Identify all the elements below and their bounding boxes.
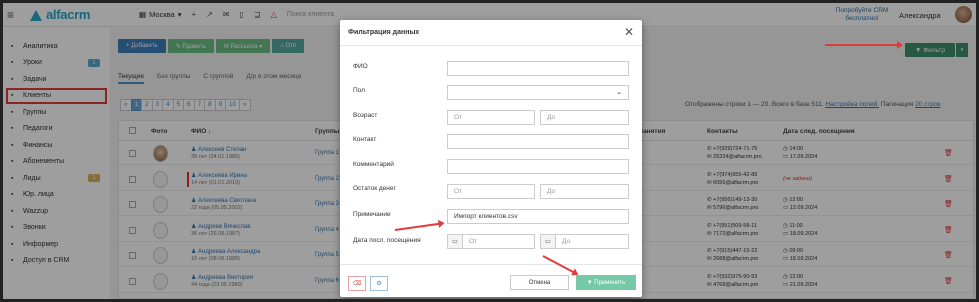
cancel-button[interactable]: Отмена xyxy=(510,275,569,290)
note-input[interactable]: Импорт клиентов.csv xyxy=(447,209,629,224)
balance-from-input[interactable]: От xyxy=(447,184,535,199)
apply-button[interactable]: ▼ Применить xyxy=(576,275,636,290)
contact-input[interactable] xyxy=(447,134,629,149)
calendar-icon[interactable]: ▭ xyxy=(540,234,556,249)
fio-label: ФИО xyxy=(353,63,368,70)
age-to-input[interactable]: До xyxy=(540,110,629,125)
fio-input[interactable] xyxy=(447,61,629,76)
age-from-input[interactable]: От xyxy=(447,110,535,125)
calendar-icon[interactable]: ▭ xyxy=(447,234,463,249)
annotation-arrow xyxy=(825,41,903,49)
dialog-title: Фильтрация данных xyxy=(340,20,642,46)
comment-label: Комментарий xyxy=(353,161,394,168)
settings-icon[interactable]: ⚙ xyxy=(370,276,388,291)
dialog-footer: ⌫ ⚙ Отмена ▼ Применить xyxy=(340,264,642,297)
last-visit-to-input[interactable]: До xyxy=(555,234,629,249)
filter-dialog: Фильтрация данных ✕ ФИО Пол ⌄ Возраст От… xyxy=(340,20,642,297)
contact-label: Контакт xyxy=(353,136,377,143)
chevron-down-icon: ⌄ xyxy=(616,89,622,96)
close-icon[interactable]: ✕ xyxy=(624,25,634,39)
last-visit-from-input[interactable]: От xyxy=(462,234,535,249)
gender-label: Пол xyxy=(353,87,365,94)
age-label: Возраст xyxy=(353,112,378,119)
note-label: Примечание xyxy=(353,211,391,218)
app-window: ≡ alfacrm ▦ Москва ▾ + ↗ ✉ ▯ ⊒ △ Поиск к… xyxy=(3,3,976,299)
last-visit-label: Дата посл. посещения xyxy=(353,237,421,244)
clear-filter-icon[interactable]: ⌫ xyxy=(348,276,366,291)
balance-to-input[interactable]: До xyxy=(540,184,629,199)
gender-select[interactable]: ⌄ xyxy=(447,85,629,100)
comment-input[interactable] xyxy=(447,159,629,174)
balance-label: Остаток денег xyxy=(353,185,396,192)
